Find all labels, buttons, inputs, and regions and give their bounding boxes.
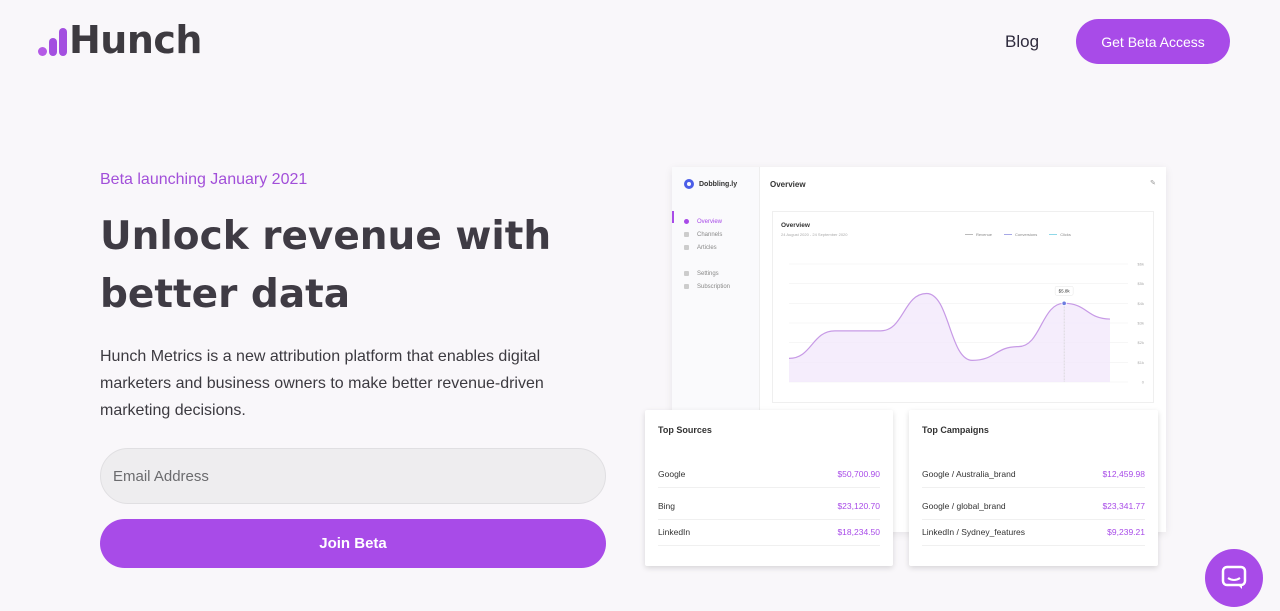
y-tick-label: $5k [1138, 281, 1144, 286]
dashboard-title: Overview [770, 180, 806, 189]
table-row: LinkedIn / Sydney_features $9,239.21 [922, 518, 1145, 546]
chat-bubble-icon [1221, 565, 1247, 589]
hunch-logo[interactable]: Hunch [38, 18, 203, 62]
get-beta-access-button[interactable]: Get Beta Access [1076, 19, 1230, 64]
brand-circle-icon [684, 179, 694, 189]
chart-date-range: 24 August 2020 - 24 September 2020 [781, 232, 848, 237]
top-campaigns-title: Top Campaigns [922, 425, 989, 435]
legend-clicks: Clicks [1049, 232, 1071, 237]
overview-icon [684, 219, 689, 224]
table-row: LinkedIn $18,234.50 [658, 518, 880, 546]
site-header: Hunch Blog Get Beta Access [0, 0, 1280, 85]
dash-nav-overview: Overview [684, 215, 730, 228]
table-row: Google / Australia_brand $12,459.98 [922, 460, 1145, 488]
y-tick-label: $3k [1138, 321, 1144, 326]
overview-chart-card: $6k $5k $4k $3k $2k $1k 0 $5.8k Overview 24 Aug… [772, 211, 1154, 403]
highlight-point [1061, 300, 1067, 306]
hero-description: Hunch Metrics is a new attribution platf… [100, 348, 544, 419]
join-beta-button[interactable]: Join Beta [100, 519, 606, 568]
top-campaigns-card: Top Campaigns Google / Australia_brand $… [909, 410, 1158, 566]
top-sources-title: Top Sources [658, 425, 712, 435]
y-tick-label: 0 [1142, 380, 1145, 385]
overview-chart: $6k $5k $4k $3k $2k $1k 0 $5.8k [788, 262, 1145, 385]
dashboard-nav: Overview Channels Articles Settings Subs… [684, 215, 730, 293]
dash-nav-settings: Settings [684, 267, 730, 280]
edit-icon: ✎ [1150, 180, 1156, 187]
logo-text: Hunch [69, 18, 203, 62]
chart-legend: Revenue Conversions Clicks [965, 232, 1071, 237]
legend-conversions: Conversions [1004, 232, 1037, 237]
active-indicator [672, 211, 674, 223]
bars-logo-icon [38, 24, 67, 56]
email-input[interactable] [100, 448, 606, 504]
dash-nav-articles: Articles [684, 241, 730, 254]
chat-button[interactable] [1205, 549, 1263, 607]
settings-icon [684, 271, 689, 276]
dash-nav-subscription: Subscription [684, 280, 730, 293]
nav-blog-link[interactable]: Blog [1005, 32, 1039, 52]
legend-revenue: Revenue [965, 232, 992, 237]
y-tick-label: $2k [1138, 340, 1144, 345]
dashboard-brand: Dobbling.ly [684, 179, 737, 189]
top-sources-card: Top Sources Google $50,700.90 Bing $23,1… [645, 410, 893, 566]
hero-headline: Unlock revenue with better data [100, 214, 552, 317]
subscription-icon [684, 284, 689, 289]
revenue-area [789, 293, 1110, 382]
beta-launch-eyebrow: Beta launching January 2021 [100, 171, 308, 188]
dashboard-brand-name: Dobbling.ly [699, 180, 738, 188]
y-tick-label: $4k [1138, 301, 1144, 306]
y-tick-label: $6k [1138, 262, 1144, 267]
y-tick-label: $1k [1138, 360, 1144, 365]
table-row: Google / global_brand $23,341.77 [922, 492, 1145, 520]
table-row: Google $50,700.90 [658, 460, 880, 488]
channels-icon [684, 232, 689, 237]
tooltip-value: $5.8k [1059, 288, 1071, 293]
dash-nav-channels: Channels [684, 228, 730, 241]
articles-icon [684, 245, 689, 250]
chart-title: Overview [781, 222, 810, 229]
table-row: Bing $23,120.70 [658, 492, 880, 520]
